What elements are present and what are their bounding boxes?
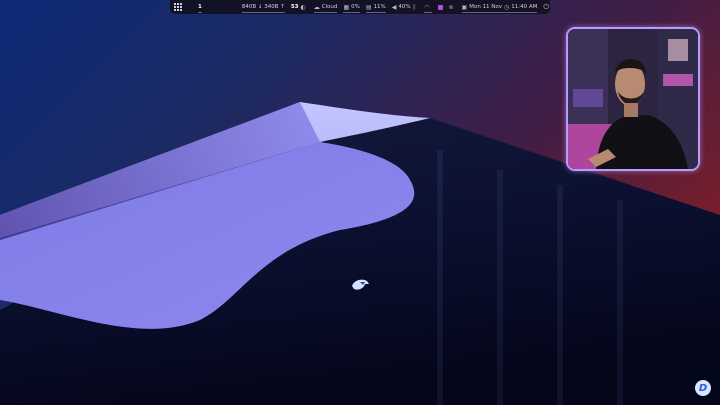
app-grid-icon xyxy=(174,3,182,11)
network-module[interactable]: ≋ xyxy=(449,0,456,14)
workspace-number: 1 xyxy=(198,4,202,10)
cpu-module[interactable]: ▦ 0% xyxy=(343,0,359,14)
volume-module[interactable]: ◀ 40% ᛒ xyxy=(392,0,418,14)
volume-level: 40% xyxy=(398,4,410,10)
webcam-video xyxy=(568,29,698,169)
bluetooth-icon: ᛒ xyxy=(413,4,417,11)
network-speed-module[interactable]: 840B ↓ 340B ↑ xyxy=(242,0,285,14)
memory-usage: 11% xyxy=(374,4,386,10)
workspace-indicator[interactable]: 1 xyxy=(198,0,202,14)
channel-logo-icon: D xyxy=(695,380,711,396)
network-speed: 840B ↓ 340B ↑ xyxy=(242,4,285,10)
webcam-overlay xyxy=(566,27,700,171)
tray-app[interactable] xyxy=(438,0,443,14)
time-text: 11:40 AM xyxy=(511,4,537,10)
clock-module[interactable]: ▣ Mon 11 Nov ◷ 11:40 AM xyxy=(462,0,538,14)
wifi-module[interactable]: ◠ xyxy=(424,0,431,14)
cloud-icon: ☁ xyxy=(314,4,320,11)
top-status-bar: 1 840B ↓ 340B ↑ 53 ◐ ☁ Cloud ▦ 0% ▤ 11% … xyxy=(170,0,550,14)
memory-module[interactable]: ▤ 11% xyxy=(366,0,386,14)
wifi-icon: ◠ xyxy=(424,4,429,11)
temperature-module[interactable]: 53 ◐ xyxy=(291,0,308,14)
clock-icon: ◷ xyxy=(504,4,509,11)
app-launcher-button[interactable] xyxy=(174,0,192,14)
temperature-value: 53 xyxy=(291,4,299,10)
memory-icon: ▤ xyxy=(366,4,372,11)
tray-app-icon xyxy=(438,5,443,10)
date-text: Mon 11 Nov xyxy=(469,4,502,10)
eagle-logo-icon xyxy=(350,276,370,292)
power-button[interactable]: ⏻ xyxy=(543,0,551,14)
weather-text: Cloud xyxy=(322,4,338,10)
calendar-icon: ▣ xyxy=(462,4,468,11)
cpu-icon: ▦ xyxy=(343,4,349,11)
cpu-usage: 0% xyxy=(351,4,360,10)
weather-module[interactable]: ☁ Cloud xyxy=(314,0,338,14)
network-icon: ≋ xyxy=(449,4,454,11)
speaker-icon: ◀ xyxy=(392,4,397,11)
power-icon: ⏻ xyxy=(543,3,549,12)
